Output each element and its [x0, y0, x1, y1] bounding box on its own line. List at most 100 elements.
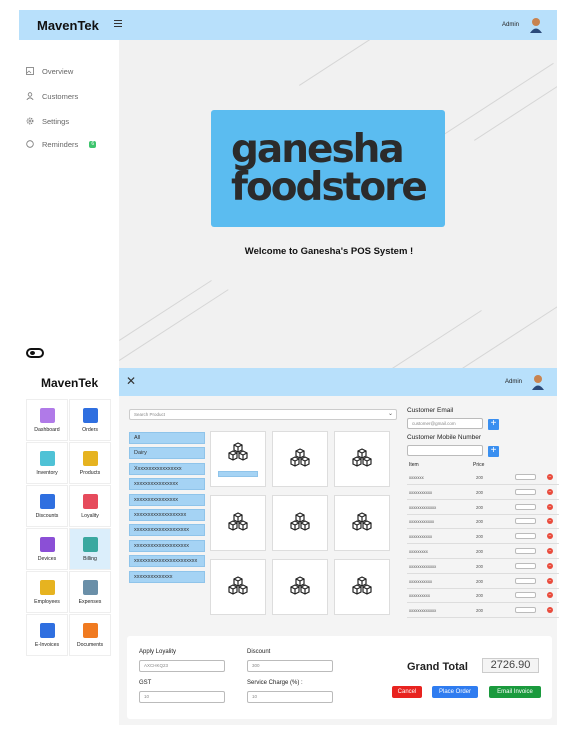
product-card[interactable] — [272, 495, 328, 551]
quantity-field[interactable] — [515, 518, 536, 525]
category-item[interactable]: xxxxxxxxxxxxxxxxxxxxxxx — [129, 555, 205, 568]
cart-row: xxxxxxxxxx 200 − — [407, 589, 559, 604]
orders-icon — [82, 407, 98, 423]
expenses-icon — [82, 579, 98, 595]
admin-label: Admin — [502, 22, 520, 28]
sidebar-item-settings[interactable]: Settings — [26, 114, 69, 128]
category-item[interactable]: xxxxxxxxxxxxxxxx — [129, 493, 205, 506]
category-item[interactable]: All — [129, 432, 205, 444]
remove-item-icon[interactable]: − — [547, 592, 553, 599]
close-icon[interactable]: ✕ — [126, 374, 136, 388]
decorative-line — [459, 293, 557, 368]
sidebar-item-customers[interactable]: Customers — [26, 89, 78, 103]
category-item[interactable]: Xxxxxxxxxxxxxxxxx — [129, 462, 205, 475]
decorative-line — [299, 40, 376, 86]
module-tile-orders[interactable]: Orders — [69, 399, 111, 441]
quantity-field[interactable] — [515, 503, 536, 510]
module-tile-label: Employees — [34, 598, 60, 605]
module-tile-label: Billing — [83, 555, 97, 562]
category-item[interactable]: xxxxxxxxxxxxxxxx — [129, 478, 205, 491]
product-box-icon — [290, 576, 310, 595]
sidebar-item-overview[interactable]: Overview — [26, 64, 73, 78]
remove-item-icon[interactable]: − — [547, 607, 553, 614]
module-tile-dashboard[interactable]: Dashboard — [26, 399, 68, 441]
remove-item-icon[interactable]: − — [547, 518, 553, 525]
module-tile-billing[interactable]: Billing — [69, 528, 111, 570]
product-card[interactable] — [334, 495, 390, 551]
sidebar-item-reminders[interactable]: Reminders 6 — [26, 137, 97, 151]
logo-text-line2: foodstore — [231, 164, 428, 210]
remove-item-icon[interactable]: − — [547, 474, 553, 480]
category-item[interactable]: xxxxxxxxxxxxxx — [129, 570, 205, 583]
module-tile-documents[interactable]: Documents — [69, 614, 111, 656]
product-box-icon — [228, 576, 248, 595]
cart-item-price: 200 — [476, 608, 483, 614]
sidebar-item-label: Settings — [42, 116, 70, 126]
cancel-button[interactable]: Cancel — [392, 686, 422, 698]
customer-email-field[interactable]: customer@gmail.com — [407, 418, 483, 429]
quantity-field[interactable] — [515, 533, 536, 540]
sidebar-item-label: Customers — [42, 91, 79, 101]
product-card[interactable] — [272, 431, 328, 487]
product-card[interactable] — [272, 559, 328, 615]
email-invoice-button[interactable]: Email Invoice — [489, 686, 541, 698]
devices-icon — [39, 536, 55, 552]
discount-label: Discount — [247, 649, 271, 655]
cart-item-price: 200 — [476, 534, 483, 540]
theme-toggle[interactable] — [26, 348, 44, 358]
quantity-field[interactable] — [515, 607, 536, 614]
place-order-button[interactable]: Place Order — [432, 686, 478, 698]
quantity-field[interactable] — [515, 577, 536, 584]
decorative-line — [119, 289, 229, 361]
avatar[interactable] — [531, 374, 545, 390]
module-tile-inventory[interactable]: Inventory — [26, 442, 68, 484]
cart-row: xxxxxxxxxxxxx 200 − — [407, 501, 559, 515]
top-sidebar: Overview Customers Settings Reminders 6 — [19, 40, 119, 368]
product-card[interactable] — [334, 559, 390, 615]
product-card[interactable] — [210, 495, 266, 551]
discount-field[interactable]: 300 — [247, 660, 333, 672]
product-card[interactable] — [210, 559, 266, 615]
product-search-input[interactable]: Search Product ⌄ — [129, 409, 397, 420]
quantity-field[interactable] — [515, 548, 536, 554]
module-tile-products[interactable]: Products — [69, 442, 111, 484]
product-box-icon — [290, 512, 310, 531]
chat-icon — [26, 140, 34, 148]
category-item[interactable]: xxxxxxxxxxxxxxxxxxxx — [129, 539, 205, 552]
remove-item-icon[interactable]: − — [547, 548, 553, 554]
remove-item-icon[interactable]: − — [547, 488, 553, 495]
quantity-field[interactable] — [515, 592, 536, 599]
loyality-code-field[interactable]: AXCHKQ23 — [139, 660, 225, 672]
service-charge-label: Service Charge (%) : — [247, 680, 303, 686]
customer-mobile-field[interactable] — [407, 445, 483, 456]
module-tile-devices[interactable]: Devices — [26, 528, 68, 570]
remove-item-icon[interactable]: − — [547, 533, 553, 540]
module-tile-label: Inventory — [36, 469, 58, 476]
gst-field[interactable]: 10 — [139, 691, 225, 703]
category-item[interactable]: Dairy — [129, 447, 205, 460]
service-charge-field[interactable]: 10 — [247, 691, 333, 703]
category-item[interactable]: xxxxxxxxxxxxxxxxxxx — [129, 509, 205, 521]
avatar[interactable] — [529, 17, 543, 33]
quantity-field[interactable] — [515, 562, 536, 569]
add-email-button[interactable]: + — [488, 419, 499, 430]
product-box-icon — [352, 448, 372, 467]
product-card[interactable] — [334, 431, 390, 487]
module-tile-discounts[interactable]: Discounts — [26, 485, 68, 527]
module-tile-loyality[interactable]: Loyality — [69, 485, 111, 527]
module-tile-expenses[interactable]: Expenses — [69, 571, 111, 613]
quantity-field[interactable] — [515, 488, 536, 495]
gear-icon — [26, 117, 34, 125]
remove-item-icon[interactable]: − — [547, 562, 553, 569]
product-card[interactable] — [210, 431, 266, 487]
menu-icon[interactable] — [114, 20, 122, 27]
decorative-line — [119, 280, 212, 341]
module-tile-einvoices[interactable]: E-Invoices — [26, 614, 68, 656]
remove-item-icon[interactable]: − — [547, 577, 553, 584]
module-tile-employees[interactable]: Employees — [26, 571, 68, 613]
category-item[interactable]: xxxxxxxxxxxxxxxxxxxx — [129, 524, 205, 537]
add-mobile-button[interactable]: + — [488, 446, 499, 457]
quantity-field[interactable] — [515, 474, 536, 480]
remove-item-icon[interactable]: − — [547, 503, 553, 510]
cart-item-name: xxxxxxxxx — [409, 549, 428, 554]
